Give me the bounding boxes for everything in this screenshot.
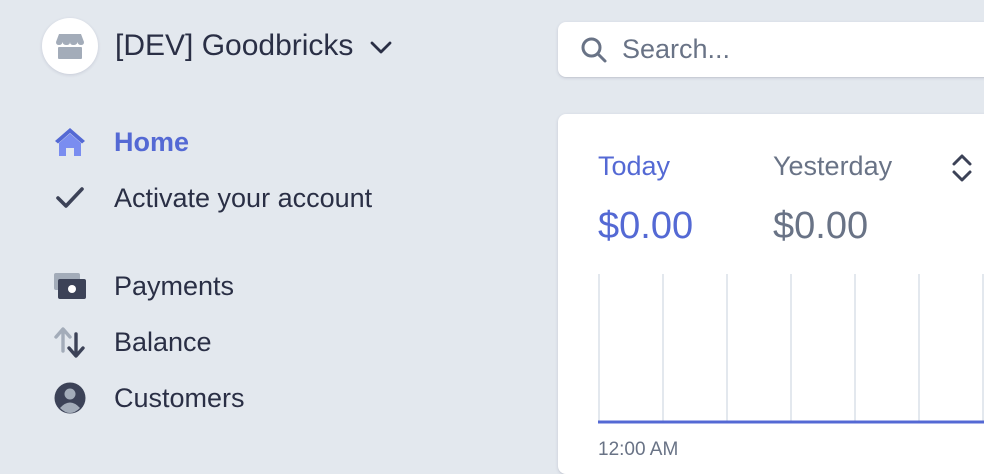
sidebar-item-home[interactable]: Home [52, 114, 189, 170]
yesterday-label: Yesterday [773, 151, 893, 181]
sidebar-item-label: Payments [114, 270, 235, 301]
search-icon [581, 37, 607, 62]
sidebar-item-label: Balance [114, 326, 212, 357]
sidebar-item-activate-account[interactable]: Activate your account [52, 170, 372, 226]
payments-icon [52, 268, 88, 304]
sidebar-item-payments[interactable]: Payments [52, 258, 234, 314]
sidebar-item-label: Customers [114, 382, 245, 413]
sidebar-item-label: Home [114, 126, 190, 157]
customer-icon [52, 380, 88, 416]
sidebar-item-balance[interactable]: Balance [52, 314, 212, 370]
account-name: [DEV] Goodbricks [115, 29, 354, 62]
today-summary[interactable]: Today $0.00 [598, 150, 693, 248]
sidebar-item-customers[interactable]: Customers [52, 370, 245, 426]
search-bar[interactable] [558, 22, 984, 77]
sidebar-item-label: Activate your account [114, 182, 373, 213]
store-icon [42, 18, 98, 74]
today-overview-card: Today $0.00 Yesterday $0.00 12:00 AM [558, 114, 984, 474]
home-icon [52, 124, 88, 160]
arrows-up-down-icon [52, 324, 88, 360]
chart-start-time-label: 12:00 AM [598, 439, 679, 460]
chevron-down-icon [371, 41, 392, 54]
yesterday-gross-volume: $0.00 [773, 205, 869, 247]
account-switcher[interactable]: [DEV] Goodbricks [42, 18, 393, 74]
yesterday-summary[interactable]: Yesterday $0.00 [773, 150, 892, 248]
chevron-up-down-icon[interactable] [948, 152, 976, 184]
today-label: Today [598, 151, 671, 181]
today-volume-chart [598, 274, 984, 424]
check-icon [52, 180, 88, 216]
today-gross-volume: $0.00 [598, 205, 694, 247]
search-input[interactable] [620, 33, 964, 66]
